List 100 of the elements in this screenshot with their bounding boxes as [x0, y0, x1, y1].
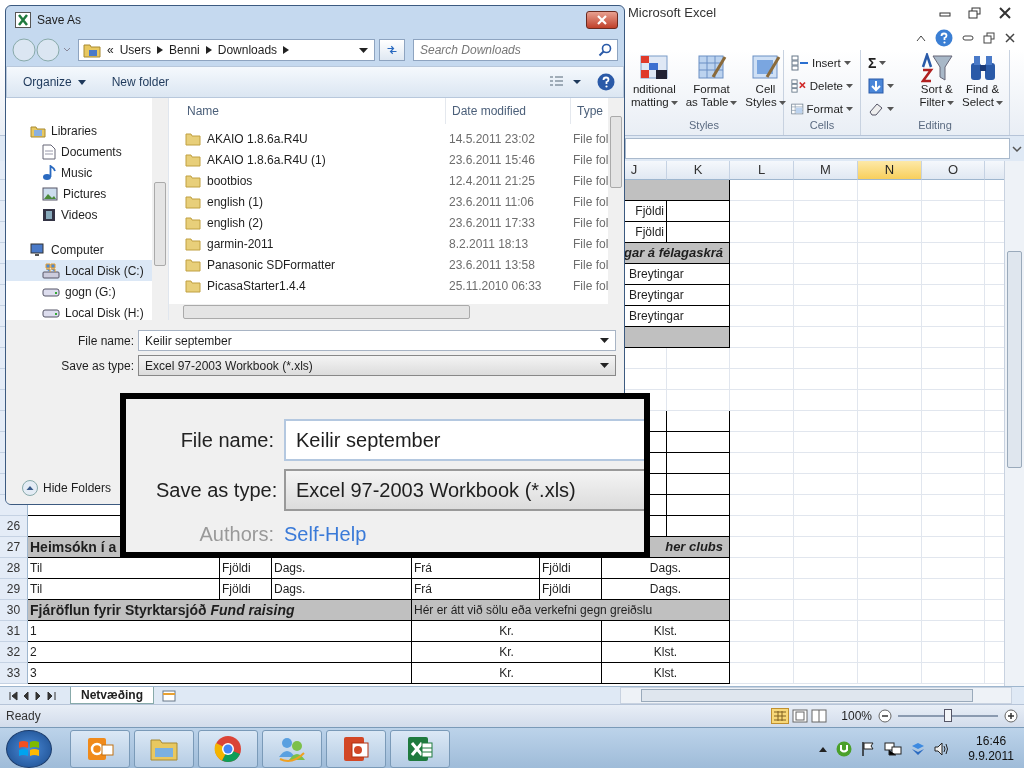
sort-funnel-icon [920, 53, 953, 83]
file-name[interactable]: bootbios [207, 173, 253, 188]
column-header[interactable]: O [922, 161, 985, 180]
taskbar-button[interactable] [390, 729, 450, 768]
music-note-icon [42, 164, 56, 181]
row-number[interactable]: 27 [0, 537, 28, 558]
ribbon-button[interactable]: Find & Select [960, 52, 1005, 110]
flag-icon[interactable] [860, 740, 877, 757]
help-icon[interactable] [597, 73, 615, 91]
nav-scrollbar[interactable] [152, 98, 168, 320]
page-layout-icon[interactable] [792, 709, 809, 723]
file-name[interactable]: english (2) [207, 215, 264, 230]
file-name-field[interactable]: Keilir september [284, 419, 644, 461]
horizontal-scrollbar[interactable] [620, 687, 1012, 704]
vertical-scrollbar[interactable] [608, 98, 624, 320]
formula-field[interactable] [625, 138, 1010, 159]
taskbar-button[interactable] [198, 729, 258, 768]
ribbon-button[interactable]: Sort & Filter [917, 52, 957, 110]
column-header[interactable]: Name [185, 98, 446, 124]
zoom-level[interactable]: 100% [841, 709, 872, 723]
nav-item[interactable]: Local Disk (H:) [6, 302, 152, 320]
zoom-in-icon[interactable] [1004, 709, 1018, 723]
breadcrumb-item[interactable]: Users [119, 43, 152, 57]
file-name[interactable]: AKAIO 1.8.6a.R4U [207, 131, 308, 146]
file-name[interactable]: AKAIO 1.8.6a.R4U (1) [207, 152, 326, 167]
nav-item[interactable]: gogn (G:) [6, 281, 152, 302]
row-number[interactable]: 32 [0, 642, 28, 663]
caret-icon[interactable] [359, 47, 368, 53]
table-cell: 3 [28, 663, 412, 684]
file-name-field[interactable]: Keilir september [138, 330, 616, 351]
row-number[interactable]: 30 [0, 600, 28, 621]
column-header[interactable]: Type [571, 98, 608, 124]
restore-icon[interactable] [968, 6, 982, 19]
ribbon-button[interactable]: Delete [788, 75, 856, 96]
box-icon[interactable] [910, 740, 927, 757]
column-header[interactable]: M [794, 161, 858, 180]
address-bar[interactable]: « Users Benni Downloads [78, 39, 375, 61]
breadcrumb-item[interactable]: « [107, 43, 114, 57]
close-button[interactable] [586, 11, 618, 29]
sheet-tab[interactable]: Netvæðing [70, 687, 154, 704]
collapse-ribbon-icon[interactable] [916, 33, 926, 42]
nav-item[interactable]: Libraries [6, 120, 152, 141]
row-number[interactable]: 29 [0, 579, 28, 600]
file-name[interactable]: PicasaStarter1.4.4 [207, 278, 306, 293]
file-name[interactable]: Panasonic SDFormatter [207, 257, 336, 272]
nav-item[interactable]: Documents [6, 141, 152, 162]
file-type-dropdown[interactable]: Excel 97-2003 Workbook (*.xls) [284, 469, 644, 511]
nav-item[interactable]: Music [6, 162, 152, 183]
restore-icon[interactable] [983, 31, 995, 44]
breadcrumb-item[interactable]: Downloads [217, 43, 278, 57]
torrent-icon[interactable] [836, 740, 853, 757]
nav-item[interactable]: Computer [6, 239, 152, 260]
file-name[interactable]: english (1) [207, 194, 264, 209]
spreadsheet-icon [15, 12, 31, 28]
ribbon-button[interactable]: Format [788, 98, 856, 119]
toolbar-button[interactable]: Organize [17, 73, 92, 91]
clock-time[interactable]: 16:46 [976, 733, 1007, 749]
zoom-out-icon[interactable] [878, 709, 892, 723]
search-field[interactable]: Search Downloads [413, 39, 618, 61]
folder-icon [185, 236, 201, 251]
caret-icon [879, 60, 887, 65]
help-icon[interactable] [935, 28, 953, 47]
ribbon-button[interactable]: nditional matting [629, 52, 680, 110]
ribbon-button[interactable]: Format as Table [683, 52, 740, 110]
horizontal-scrollbar[interactable] [169, 304, 608, 320]
row-number[interactable]: 26 [0, 516, 28, 537]
row-number[interactable]: 33 [0, 663, 28, 684]
start-button[interactable] [6, 729, 52, 768]
view-options-icon[interactable] [549, 75, 583, 89]
ribbon-button[interactable]: Cell Styles [743, 52, 788, 110]
toolbar-button[interactable]: New folder [105, 73, 176, 91]
hide-folders-button[interactable]: Hide Folders [14, 480, 120, 496]
file-type-dropdown[interactable]: Excel 97-2003 Workbook (*.xls) [138, 355, 616, 376]
nav-item[interactable]: Local Disk (C:) [6, 260, 152, 281]
ribbon-button[interactable]: Insert [788, 52, 856, 73]
minimize-icon[interactable] [962, 33, 974, 42]
column-header[interactable]: K [667, 161, 730, 180]
row-number[interactable]: 31 [0, 621, 28, 642]
network-icon[interactable] [884, 740, 903, 757]
breadcrumb-item[interactable]: Benni [169, 43, 200, 57]
taskbar-button[interactable] [326, 729, 386, 768]
nav-item[interactable]: Videos [6, 204, 152, 225]
refresh-button[interactable] [379, 39, 405, 61]
column-header[interactable]: N [858, 161, 922, 180]
file-name[interactable]: garmin-2011 [207, 236, 274, 251]
column-header[interactable]: L [730, 161, 794, 180]
clock-date[interactable]: 9.9.2011 [968, 748, 1014, 764]
nav-item[interactable]: Pictures [6, 183, 152, 204]
vertical-scrollbar[interactable] [1004, 161, 1024, 686]
taskbar-button[interactable] [70, 729, 130, 768]
row-number[interactable]: 28 [0, 558, 28, 579]
column-header[interactable]: Date modified [446, 98, 571, 124]
slider-thumb[interactable] [944, 709, 952, 722]
close-icon[interactable] [1004, 31, 1016, 44]
volume-icon[interactable] [934, 740, 951, 757]
zoom-slider[interactable] [898, 709, 998, 723]
autosum-button[interactable]: Σ [865, 52, 914, 73]
page-break-icon[interactable] [811, 709, 828, 723]
normal-view-icon[interactable] [771, 708, 790, 724]
close-icon[interactable] [998, 6, 1012, 19]
